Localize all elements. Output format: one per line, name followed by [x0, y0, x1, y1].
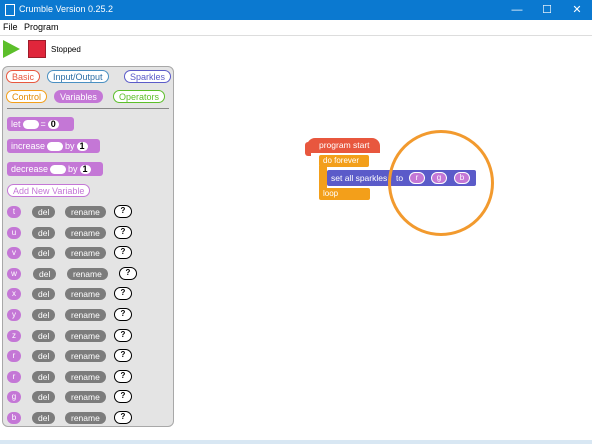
variable-pill[interactable]: u: [7, 226, 21, 239]
title-bar: Crumble Version 0.25.2 — ☐ ✕: [0, 0, 592, 20]
variable-pill[interactable]: v: [7, 247, 21, 260]
rename-variable-button[interactable]: rename: [65, 412, 106, 424]
window-bottom-border: [0, 440, 592, 444]
app-icon: [5, 4, 15, 16]
by-label: by: [68, 164, 78, 174]
loop-block[interactable]: loop: [319, 188, 370, 200]
category-variables[interactable]: Variables: [54, 90, 103, 103]
play-icon[interactable]: [3, 40, 20, 58]
variable-slot[interactable]: [22, 120, 39, 130]
variable-pill[interactable]: w: [7, 267, 21, 280]
rename-variable-button[interactable]: rename: [65, 247, 106, 260]
increase-block[interactable]: increase by 1: [7, 139, 100, 153]
variable-slot[interactable]: [47, 142, 64, 152]
by-label: by: [65, 141, 75, 151]
decrease-block[interactable]: decrease by 1: [7, 162, 103, 176]
variable-pill[interactable]: b: [7, 412, 21, 424]
forever-block-arm: [319, 166, 327, 188]
minimize-button[interactable]: —: [502, 0, 532, 20]
delete-variable-button[interactable]: del: [32, 391, 56, 404]
delete-variable-button[interactable]: del: [32, 370, 56, 383]
variable-pill[interactable]: y: [7, 309, 21, 321]
help-button[interactable]: ?: [114, 287, 132, 301]
value-slot[interactable]: 1: [76, 142, 88, 152]
help-button[interactable]: ?: [114, 308, 132, 321]
rename-variable-button[interactable]: rename: [65, 226, 106, 239]
close-button[interactable]: ✕: [562, 0, 592, 20]
let-label: let: [11, 119, 21, 129]
help-button[interactable]: ?: [114, 349, 132, 363]
category-basic[interactable]: Basic: [6, 70, 41, 83]
delete-variable-button[interactable]: del: [32, 350, 56, 363]
menu-program[interactable]: Program: [24, 22, 59, 32]
category-operators[interactable]: Operators: [113, 90, 166, 103]
help-button[interactable]: ?: [114, 246, 132, 260]
variable-slot[interactable]: [50, 165, 67, 175]
delete-variable-button[interactable]: del: [32, 206, 56, 218]
stop-button[interactable]: [28, 40, 46, 58]
delete-variable-button[interactable]: del: [32, 288, 56, 301]
variable-pill[interactable]: x: [7, 288, 21, 301]
equals-label: =: [40, 119, 46, 129]
menu-bar: File Program: [0, 20, 592, 36]
variable-pill[interactable]: r: [7, 350, 21, 363]
delete-variable-button[interactable]: del: [32, 329, 56, 342]
status-text: Stopped: [51, 45, 81, 54]
rename-variable-button[interactable]: rename: [65, 329, 106, 342]
rename-variable-button[interactable]: rename: [65, 309, 106, 321]
help-button[interactable]: ?: [114, 205, 132, 218]
help-button[interactable]: ?: [114, 369, 132, 383]
help-button[interactable]: ?: [119, 266, 137, 280]
variable-pill[interactable]: r: [7, 370, 21, 383]
menu-file[interactable]: File: [3, 22, 18, 32]
category-input-output[interactable]: Input/Output: [47, 70, 109, 83]
rename-variable-button[interactable]: rename: [67, 267, 108, 280]
program-start-block[interactable]: program start: [307, 138, 380, 153]
add-new-variable-button[interactable]: Add New Variable: [7, 184, 91, 197]
variable-pill[interactable]: t: [7, 206, 21, 218]
delete-variable-button[interactable]: del: [32, 412, 56, 424]
toolbar: Stopped: [0, 36, 592, 62]
rename-variable-button[interactable]: rename: [65, 350, 106, 363]
palette-divider: [7, 108, 169, 109]
let-block[interactable]: let = 0: [7, 117, 74, 131]
rename-variable-button[interactable]: rename: [65, 391, 106, 404]
delete-variable-button[interactable]: del: [32, 247, 56, 260]
highlight-circle: [388, 130, 494, 236]
help-button[interactable]: ?: [114, 225, 132, 239]
maximize-button[interactable]: ☐: [532, 0, 562, 20]
rename-variable-button[interactable]: rename: [65, 206, 106, 218]
variable-pill[interactable]: g: [7, 391, 21, 404]
rename-variable-button[interactable]: rename: [65, 288, 106, 301]
value-slot[interactable]: 1: [79, 165, 91, 175]
category-control[interactable]: Control: [6, 90, 48, 103]
variable-pill[interactable]: z: [7, 329, 21, 342]
rename-variable-button[interactable]: rename: [65, 370, 106, 383]
value-slot[interactable]: 0: [47, 120, 59, 130]
delete-variable-button[interactable]: del: [32, 226, 56, 239]
help-button[interactable]: ?: [114, 390, 132, 404]
delete-variable-button[interactable]: del: [33, 267, 57, 280]
set-sparkles-label: set all sparkles: [331, 173, 388, 183]
increase-label: increase: [11, 141, 46, 151]
decrease-label: decrease: [11, 164, 49, 174]
block-palette: Basic Input/Output Sparkles Control Vari…: [2, 66, 174, 427]
delete-variable-button[interactable]: del: [32, 309, 56, 321]
window-title: Crumble Version 0.25.2: [19, 4, 114, 14]
help-button[interactable]: ?: [114, 328, 132, 342]
help-button[interactable]: ?: [114, 411, 132, 424]
category-sparkles[interactable]: Sparkles: [124, 70, 172, 83]
